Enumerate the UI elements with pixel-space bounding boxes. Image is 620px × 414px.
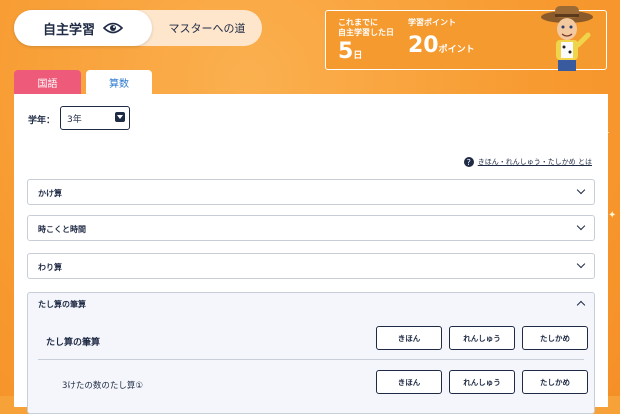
tashikame-button[interactable]: たしかめ bbox=[522, 326, 588, 350]
list-item-title: たし算の筆算 bbox=[46, 338, 101, 348]
mode-self-study-button[interactable]: 自主学習 bbox=[14, 10, 152, 46]
study-days-unit: 日 bbox=[353, 51, 363, 61]
chevron-down-icon bbox=[576, 221, 586, 231]
tashikame-button[interactable]: たしかめ bbox=[522, 370, 588, 394]
section-header[interactable]: たし算の筆算 bbox=[28, 293, 594, 313]
study-days-stat: これまでに 自主学習した日 5日 bbox=[338, 18, 394, 68]
grade-label: 学年： bbox=[28, 116, 56, 126]
study-points-caption: 学習ポイント bbox=[408, 18, 456, 27]
stats-box: これまでに 自主学習した日 5日 学習ポイント 20ポイント bbox=[325, 6, 607, 71]
study-days-caption-2: 自主学習した日 bbox=[338, 28, 394, 37]
mode-toggle: 自主学習 マスターへの道 bbox=[14, 10, 262, 46]
study-points-value: 20 bbox=[408, 33, 439, 58]
mode-master-road-button[interactable]: マスターへの道 bbox=[152, 10, 262, 46]
grade-select-value: 3年 bbox=[67, 115, 82, 125]
section-kakezan[interactable]: かけ算 bbox=[27, 179, 595, 205]
study-points-unit: ポイント bbox=[438, 45, 475, 55]
list-item-title: 3けたの数のたし算① bbox=[62, 381, 144, 391]
renshu-button[interactable]: れんしゅう bbox=[449, 326, 515, 350]
section-warizan[interactable]: わり算 bbox=[27, 253, 595, 279]
study-points-stat: 学習ポイント 20ポイント bbox=[408, 18, 475, 62]
study-days-value: 5 bbox=[338, 39, 354, 64]
section-title: 時こくと時間 bbox=[38, 225, 86, 234]
chevron-down-icon bbox=[576, 259, 586, 269]
chevron-down-icon bbox=[576, 185, 586, 195]
renshu-button[interactable]: れんしゅう bbox=[449, 370, 515, 394]
section-jikoku[interactable]: 時こくと時間 bbox=[27, 215, 595, 241]
study-days-caption-1: これまでに bbox=[338, 18, 378, 27]
section-title: かけ算 bbox=[38, 189, 62, 198]
sparkle-icon: ✦ bbox=[608, 210, 617, 221]
kihon-button[interactable]: きほん bbox=[376, 326, 442, 350]
mode-self-study-label: 自主学習 bbox=[42, 22, 95, 38]
tab-sansu[interactable]: 算数 bbox=[86, 70, 152, 95]
kihon-button[interactable]: きほん bbox=[376, 370, 442, 394]
grade-select[interactable]: 3年 bbox=[60, 106, 130, 130]
chevron-up-icon bbox=[576, 300, 586, 310]
chevron-down-icon bbox=[115, 112, 125, 122]
eye-icon bbox=[103, 22, 123, 34]
content-panel: 学年： 3年 ? きほん・れんしゅう・たしかめ とは かけ算 時こくと時間 わり… bbox=[14, 94, 608, 414]
cowboy-character-icon bbox=[541, 6, 593, 71]
section-title: たし算の筆算 bbox=[38, 300, 86, 309]
question-icon: ? bbox=[463, 157, 474, 167]
tab-kokugo[interactable]: 国語 bbox=[14, 70, 81, 94]
section-title: わり算 bbox=[38, 263, 62, 272]
divider bbox=[38, 359, 584, 360]
help-link-text: きほん・れんしゅう・たしかめ とは bbox=[477, 158, 592, 166]
help-link[interactable]: ? きほん・れんしゅう・たしかめ とは bbox=[463, 157, 592, 167]
